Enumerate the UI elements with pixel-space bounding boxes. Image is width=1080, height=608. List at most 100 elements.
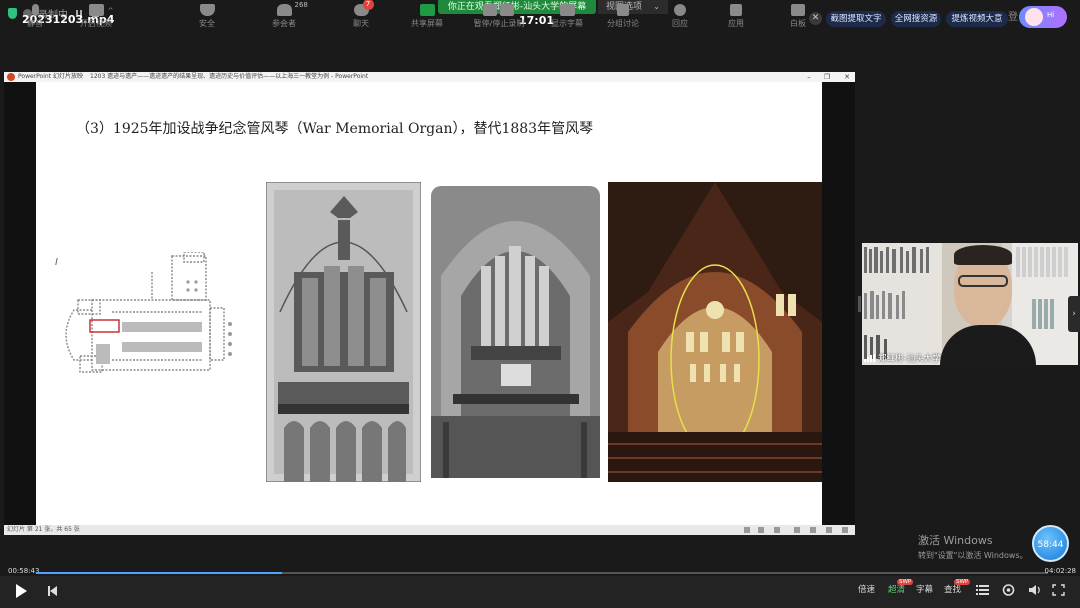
speaker-name: 郑红彬-汕头大学: [878, 354, 941, 364]
whiteboard-button[interactable]: 白板: [786, 0, 810, 32]
cc-icon: [559, 3, 575, 16]
whiteboard-label: 白板: [790, 18, 806, 28]
volume-icon[interactable]: [1028, 584, 1041, 596]
speed-button[interactable]: 倍速: [858, 583, 875, 595]
shield-icon: [8, 8, 17, 19]
church-floor-plan: [65, 252, 232, 373]
participants-button[interactable]: 268 参会者: [266, 0, 308, 32]
restore-icon[interactable]: ❐: [821, 72, 833, 82]
captions-label: 显示字幕: [551, 18, 583, 28]
assistant-text: 登: [1008, 12, 1018, 23]
smiley-icon: [674, 3, 686, 16]
participants-icon: 268: [276, 1, 308, 16]
participants-count: 268: [294, 0, 308, 9]
fullscreen-icon[interactable]: [1052, 584, 1065, 596]
whiteboard-icon: [791, 3, 805, 16]
chat-button[interactable]: 7 聊天: [346, 0, 376, 32]
signal-icon: [864, 354, 875, 362]
previous-icon[interactable]: [48, 585, 58, 597]
chevron-down-icon: ⌄: [653, 2, 660, 11]
minimize-icon[interactable]: –: [803, 72, 815, 82]
top-bar: 录制中 20231203.mp4 你正在观看郑红彬-汕头大学的屏幕 视图选项 ⌄…: [0, 0, 1080, 34]
progress-fill: [36, 572, 282, 574]
church-interior-image: [608, 182, 822, 482]
ppt-statusbar: 幻灯片 第 21 张，共 65 张: [4, 525, 855, 535]
subtitle-button[interactable]: 字幕: [916, 583, 933, 595]
powerpoint-logo-icon: [7, 73, 15, 81]
chat-icon: 7: [353, 0, 374, 16]
chat-label: 聊天: [353, 18, 369, 28]
swp-badge-1: SWP: [897, 579, 914, 585]
slideshow-view-icon[interactable]: [794, 527, 800, 533]
extract-text-button[interactable]: 截图提取文字: [826, 11, 886, 27]
grid-icon: [617, 3, 629, 16]
video-label: 开启视频: [80, 18, 112, 28]
ppt-window-titlebar: PowerPoint 幻灯片放映 1203 遗迹与遗产——遗迹遗产的结果呈现、遗…: [4, 72, 855, 82]
speaker-hair: [954, 245, 1012, 265]
captions-button[interactable]: 显示字幕: [548, 0, 586, 32]
current-time: 00:58:43: [8, 567, 40, 575]
security-label: 安全: [199, 18, 215, 28]
microphone-icon: [31, 3, 39, 16]
sorter-view-icon[interactable]: [758, 527, 764, 533]
zoom-out-icon[interactable]: [810, 527, 816, 533]
assistant-avatar-icon: [1025, 8, 1043, 26]
chevron-up-icon: ^: [107, 6, 114, 15]
meeting-timer[interactable]: 58:44: [1032, 525, 1069, 562]
zoom-meeting-screen: 录制中 20231203.mp4 你正在观看郑红彬-汕头大学的屏幕 视图选项 ⌄…: [0, 0, 1080, 608]
chevron-right-icon: ›: [1072, 309, 1076, 319]
bookshelf: [862, 243, 942, 365]
close-icon[interactable]: ✕: [809, 12, 822, 25]
normal-view-icon[interactable]: [744, 527, 750, 533]
zoom-in-icon[interactable]: [826, 527, 832, 533]
fit-slide-icon[interactable]: [842, 527, 848, 533]
breakout-label: 分组讨论: [607, 18, 639, 28]
camera-icon: ^: [88, 3, 114, 16]
share-label: 共享屏幕: [411, 18, 443, 28]
speaker-name-bar: 郑红彬-汕头大学: [864, 352, 941, 364]
speaker-video-tile[interactable]: 郑红彬-汕头大学: [862, 243, 1078, 365]
progress-track[interactable]: [36, 572, 1048, 574]
assistant-button[interactable]: Hi: [1019, 6, 1067, 28]
watermark-line2: 转到"设置"以激活 Windows。: [918, 551, 1028, 560]
chat-badge: 7: [362, 0, 374, 10]
participants-label: 参会者: [272, 18, 296, 28]
slide-counter: 幻灯片 第 21 张，共 65 张: [7, 526, 80, 533]
record-controls-icon: [483, 3, 515, 16]
watermark-line1: 激活 Windows: [918, 534, 993, 547]
share-screen-button[interactable]: 共享屏幕: [406, 0, 448, 32]
summarize-video-button[interactable]: 提炼视频大意: [946, 11, 1008, 27]
ppt-doc-title: 1203 遗迹与遗产——遗迹遗产的结果呈现、遗迹历史与价值评估——以上海三一教堂…: [90, 73, 369, 80]
web-search-button[interactable]: 全网搜资源: [891, 11, 941, 27]
window-close-icon[interactable]: ✕: [841, 72, 853, 82]
organ-photo-image: [431, 186, 600, 478]
apps-label: 应用: [728, 18, 744, 28]
share-screen-icon: [419, 3, 435, 16]
apps-icon: [730, 3, 742, 16]
play-icon[interactable]: [16, 584, 27, 598]
windows-activation-watermark: 激活 Windows 转到"设置"以激活 Windows。: [918, 532, 1028, 561]
settings-icon[interactable]: [1002, 584, 1015, 596]
collapse-panel-button[interactable]: ›: [1068, 296, 1080, 332]
breakout-button[interactable]: 分组讨论: [604, 0, 642, 32]
apps-button[interactable]: 应用: [724, 0, 748, 32]
mute-button[interactable]: 静音: [20, 0, 50, 32]
record-label: 暂停/停止录制: [473, 18, 525, 28]
reactions-label: 回应: [672, 18, 688, 28]
reactions-button[interactable]: 回应: [668, 0, 692, 32]
video-button[interactable]: ^ 开启视频: [74, 0, 118, 32]
slide-title: （3）1925年加设战争纪念管风琴（War Memorial Organ），替代…: [76, 121, 594, 137]
organ-engraving-image: [266, 182, 421, 482]
playlist-icon[interactable]: [976, 584, 989, 596]
books-graphic: [864, 247, 929, 359]
shield-icon: [199, 3, 215, 16]
panel-handle[interactable]: [858, 296, 861, 312]
total-time: 04:02:28: [1044, 567, 1076, 575]
organ-location-highlight: [89, 319, 120, 333]
assistant-hi: Hi: [1047, 11, 1055, 19]
mute-label: 静音: [27, 18, 43, 28]
reading-view-icon[interactable]: [774, 527, 780, 533]
record-control-button[interactable]: 暂停/停止录制: [468, 0, 530, 32]
speaker-glasses: [958, 275, 1008, 287]
security-button[interactable]: 安全: [192, 0, 222, 32]
